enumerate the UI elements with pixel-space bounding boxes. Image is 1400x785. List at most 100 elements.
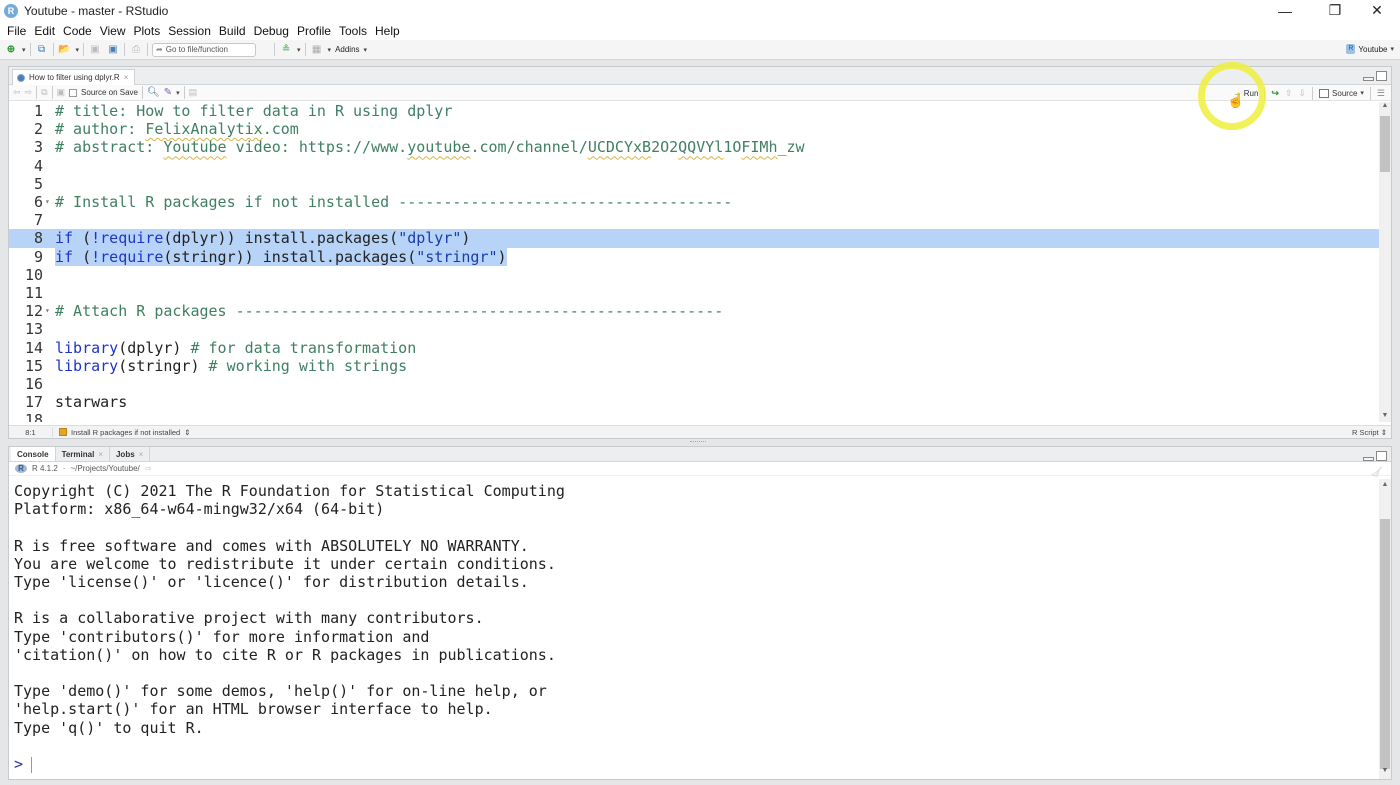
fold-toggle-icon[interactable]: ▾ [45,302,50,320]
code-line[interactable]: 13 [9,320,1381,338]
code-line[interactable]: 9 if (!require(stringr)) install.packages… [9,247,1381,266]
pane-splitter[interactable] [690,441,706,444]
code-line[interactable]: 18 [9,411,1381,422]
working-directory[interactable]: ~/Projects/Youtube/ [70,464,139,473]
save-file-icon[interactable]: ▣ [57,87,66,98]
addins-menu[interactable]: Addins [335,45,359,54]
pane-layout-icon[interactable]: ▦ [310,43,324,57]
code-tools-wand-icon[interactable]: ✎ [164,87,172,98]
source-button[interactable]: Source ▾ [1319,88,1364,98]
console-prompt-line[interactable]: > [14,755,33,773]
scroll-down-icon[interactable]: ▼ [1379,767,1391,777]
version-control-icon[interactable]: ≗ [279,43,293,57]
section-navigator[interactable]: Install R packages if not installed ⇕ [59,428,191,437]
line-number: 5 [33,174,43,193]
close-button[interactable]: ✕ [1354,0,1400,21]
code-line[interactable]: 5 [9,175,1381,193]
forward-icon[interactable]: ⇨ [25,87,33,98]
print-icon[interactable]: ⎙ [129,43,143,57]
project-menu[interactable]: R Youtube ▾ [1346,44,1394,54]
search-icon[interactable]: 🔍︎ [147,87,160,98]
menu-profile[interactable]: Profile [293,24,335,38]
go-to-file-input[interactable]: ➦ Go to file/function [152,42,257,57]
scroll-down-icon[interactable]: ▼ [1379,412,1391,422]
document-outline-icon[interactable]: ☰ [1377,88,1385,99]
pane-layout-dropdown-icon[interactable]: ▾ [328,46,332,54]
addins-dropdown-icon[interactable]: ▾ [364,46,368,54]
scroll-up-icon[interactable]: ▲ [1379,102,1391,112]
next-section-icon[interactable]: ⇩ [1299,88,1307,99]
menu-debug[interactable]: Debug [250,24,293,38]
source-on-save-checkbox[interactable] [69,88,78,97]
separator-dot: · [62,464,66,473]
code-line[interactable]: 10 [9,266,1381,284]
maximize-pane-icon[interactable] [1376,71,1387,81]
file-type-selector[interactable]: R Script ⇕ [1352,428,1387,437]
back-icon[interactable]: ⇦ [13,87,21,98]
tab-terminal[interactable]: Terminal × [56,447,110,461]
open-recent-dropdown-icon[interactable]: ▾ [76,46,80,54]
fold-toggle-icon[interactable]: ▾ [45,193,50,211]
rerun-icon[interactable]: ↪ [1271,88,1279,99]
code-line[interactable]: 3 # abstract: Youtube video: https://www.… [9,138,1381,156]
code-line[interactable]: 7 [9,211,1381,229]
menu-tools[interactable]: Tools [335,24,371,38]
scroll-up-icon[interactable]: ▲ [1379,481,1391,491]
vcs-dropdown-icon[interactable]: ▾ [297,46,301,54]
code-line[interactable]: 4 [9,157,1381,175]
code-tools-dropdown-icon[interactable]: ▾ [176,89,180,97]
code-line[interactable]: 2 # author: FelixAnalytix.com [9,120,1381,138]
minimize-pane-icon[interactable] [1363,77,1374,81]
close-tab-icon[interactable]: × [124,73,129,82]
scrollbar-thumb[interactable] [1380,519,1390,769]
minimize-button[interactable]: — [1262,0,1308,21]
code-line[interactable]: 8 if (!require(dplyr)) install.packages("… [9,229,1381,248]
close-terminal-icon[interactable]: × [98,450,103,459]
show-in-window-icon[interactable]: ⧉ [41,87,47,98]
save-icon[interactable]: ▣ [88,43,102,57]
code-line[interactable]: 1 # title: How to filter data in R using … [9,102,1381,120]
menu-build[interactable]: Build [215,24,250,38]
code-line[interactable]: 11 [9,284,1381,302]
source-dropdown-icon[interactable]: ▾ [1360,89,1364,97]
new-project-icon[interactable]: ⧉ [35,43,49,57]
minimize-pane-icon[interactable] [1363,457,1374,461]
menu-view[interactable]: View [96,24,130,38]
console-input-caret[interactable] [31,756,33,773]
code-line[interactable]: 17 starwars [9,393,1381,411]
code-line[interactable]: 6 ▾ # Install R packages if not installed … [9,193,1381,211]
maximize-pane-icon[interactable] [1376,451,1387,461]
console-scrollbar[interactable]: ▲ ▼ [1379,479,1391,779]
console-line: Type 'demo()' for some demos, 'help()' f… [14,682,547,701]
close-jobs-icon[interactable]: × [139,450,144,459]
toolbar-divider [29,43,31,56]
menu-code[interactable]: Code [59,24,96,38]
tab-console[interactable]: Console [11,447,56,461]
new-file-icon[interactable]: ⊕ [4,43,18,57]
open-file-icon[interactable]: 📂 [58,43,72,57]
scrollbar-thumb[interactable] [1380,116,1390,172]
menu-edit[interactable]: Edit [30,24,59,38]
code-line[interactable]: 12 ▾ # Attach R packages -----------------… [9,302,1381,320]
document-tab[interactable]: How to filter using dplyr.R × [12,69,136,85]
menu-session[interactable]: Session [164,24,215,38]
compile-report-icon[interactable]: ▤ [189,87,198,98]
go-to-directory-icon[interactable]: ⇨ [145,464,152,473]
previous-section-icon[interactable]: ⇧ [1285,88,1293,99]
menu-plots[interactable]: Plots [130,24,165,38]
restore-button[interactable]: ❐ [1312,0,1358,21]
line-number: 9 [33,247,43,266]
menu-file[interactable]: File [3,24,30,38]
menu-help[interactable]: Help [371,24,404,38]
code-line[interactable]: 15 library(stringr) # working with string… [9,357,1381,375]
console-output[interactable]: Copyright (C) 2021 The R Foundation for … [9,479,1375,779]
save-all-icon[interactable]: ▣ [106,43,120,57]
code-line[interactable]: 14 library(dplyr) # for data transformati… [9,339,1381,357]
tab-jobs[interactable]: Jobs × [110,447,151,461]
editor-scrollbar[interactable]: ▲ ▼ [1379,102,1391,422]
new-file-dropdown-icon[interactable]: ▾ [22,46,26,54]
clear-console-broom-icon[interactable]: 🧹︎ [1370,467,1383,478]
code-line[interactable]: 16 [9,375,1381,393]
run-label: Run [1243,88,1259,98]
code-editor[interactable]: 1 # title: How to filter data in R using … [9,102,1381,422]
